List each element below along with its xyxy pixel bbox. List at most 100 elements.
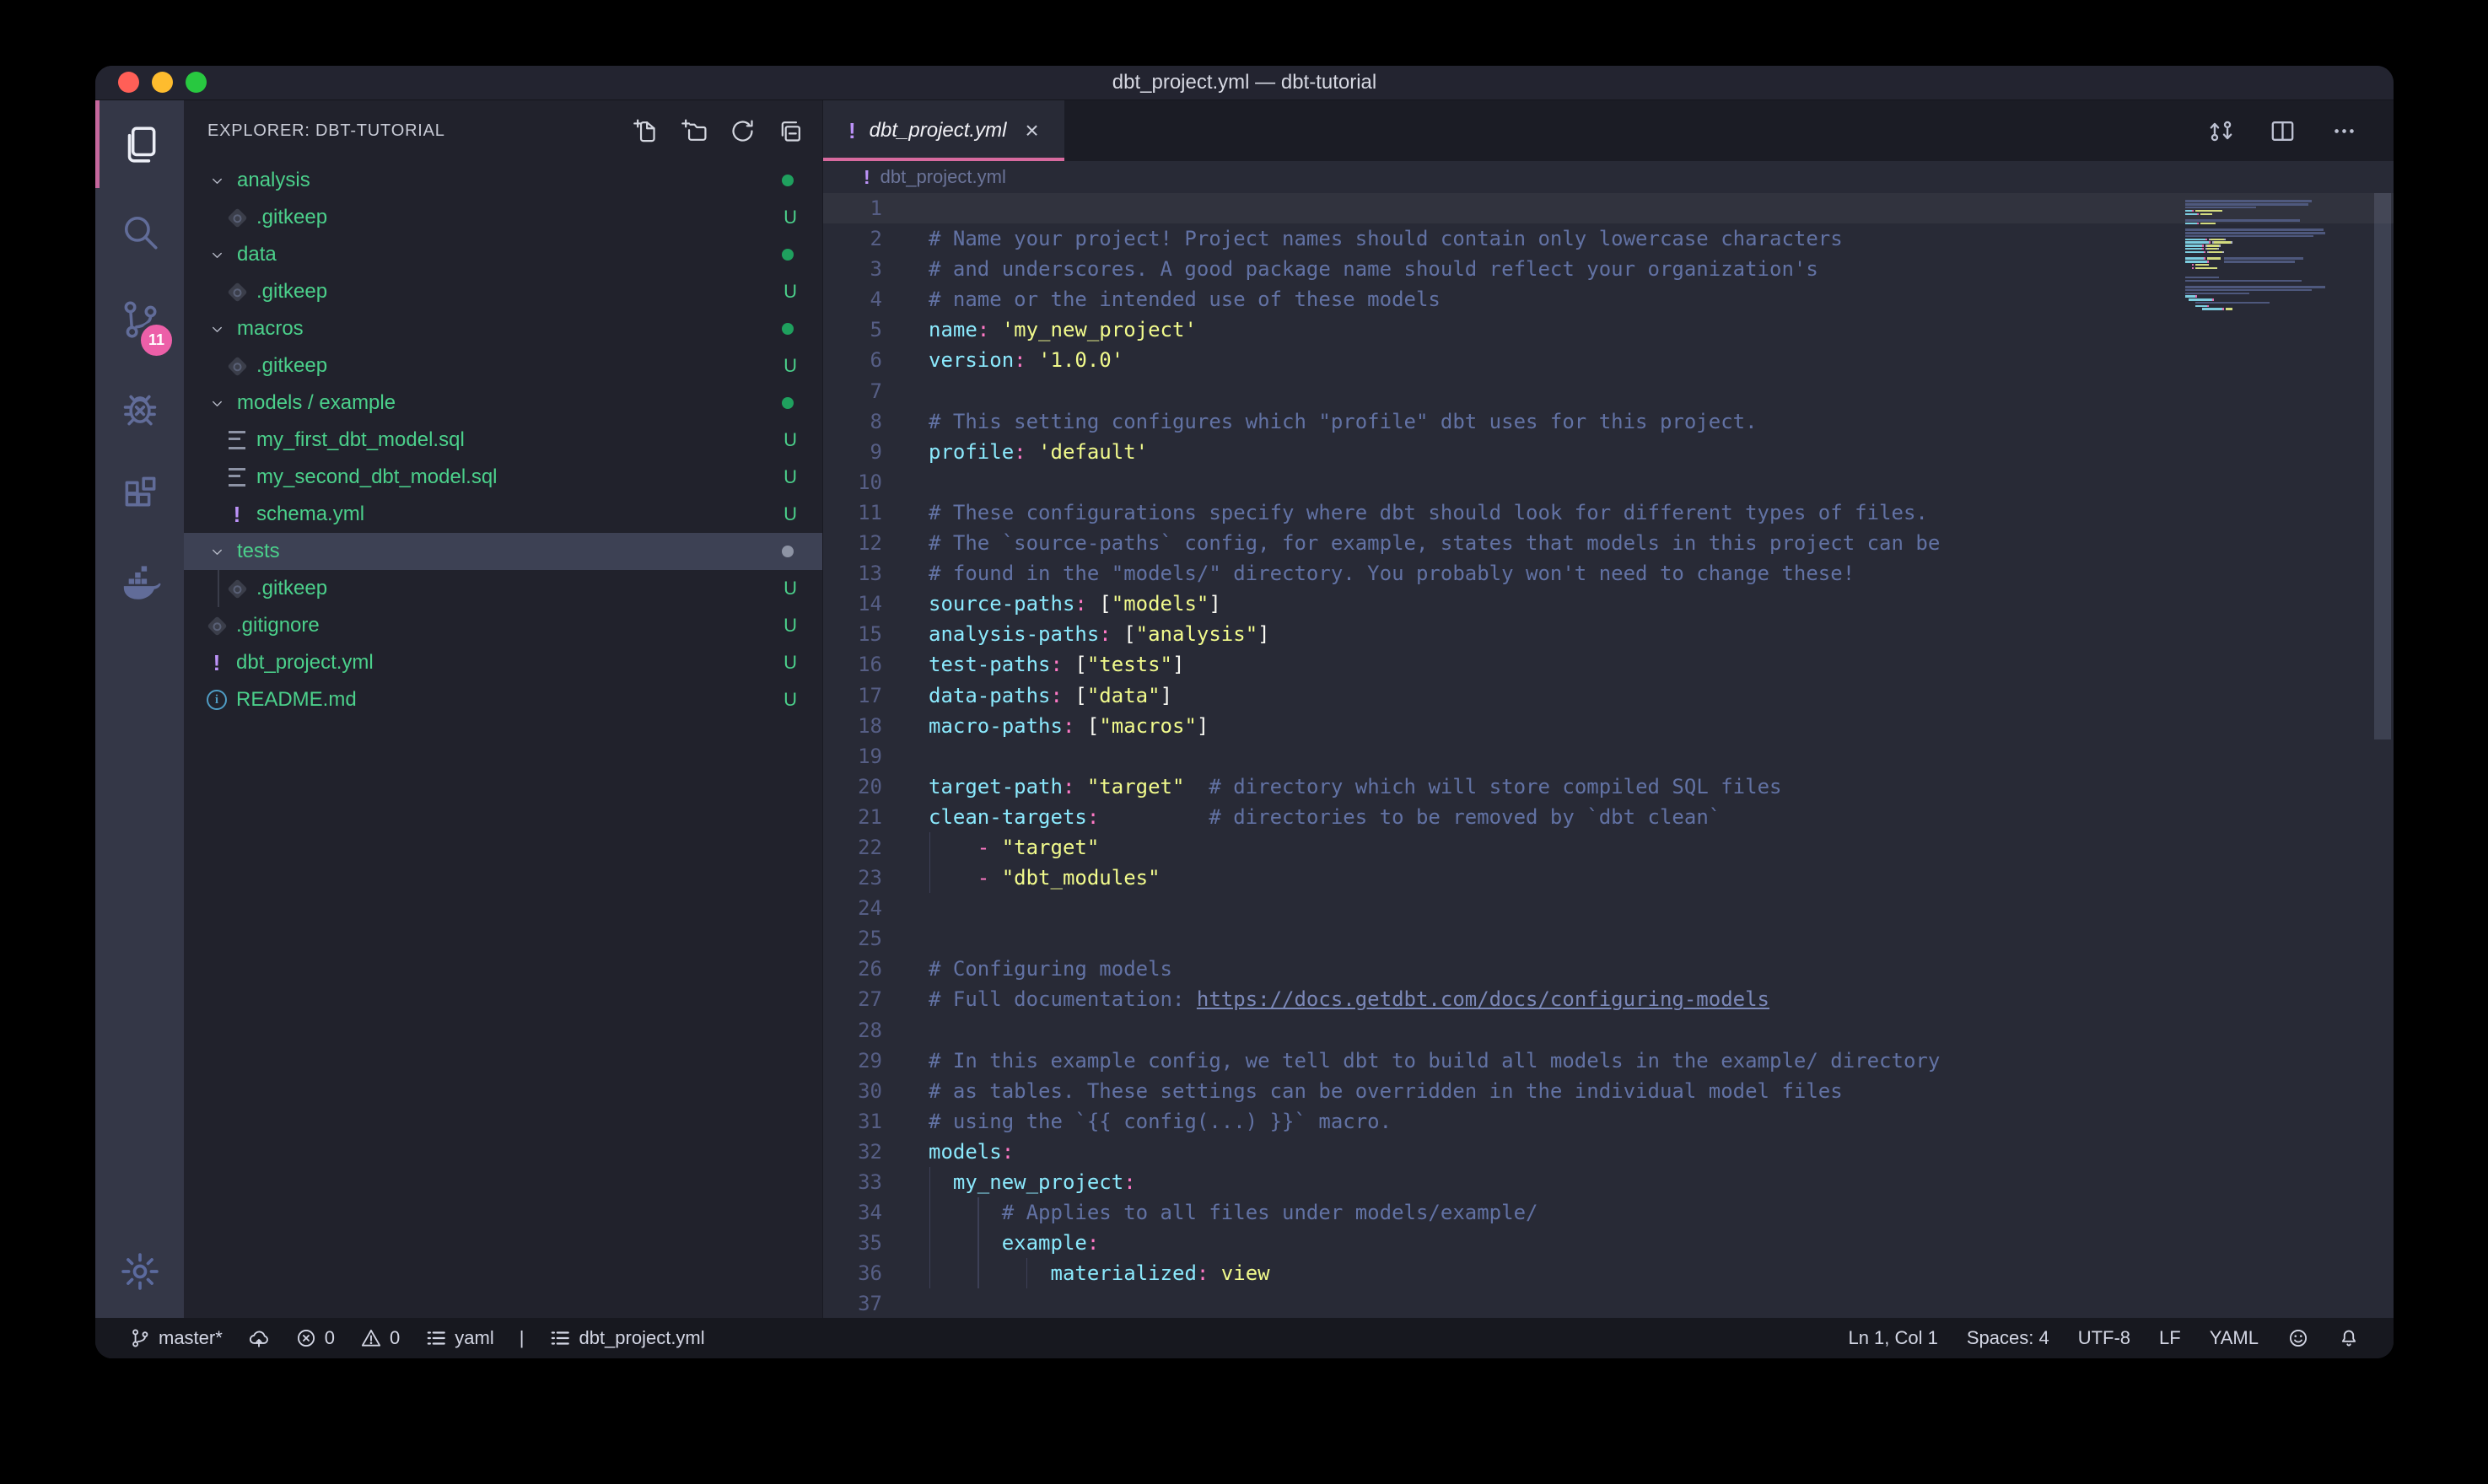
code-line-16[interactable]: 16test-paths: ["tests"] <box>823 649 2394 680</box>
tree-item-gitkeep[interactable]: .gitkeepU <box>184 273 822 310</box>
tree-item-dbt-project-yml[interactable]: !dbt_project.ymlU <box>184 644 822 681</box>
explorer-activity-button[interactable] <box>95 100 184 188</box>
code-line-30[interactable]: 30# as tables. These settings can be ove… <box>823 1076 2394 1106</box>
search-activity-button[interactable] <box>95 188 184 276</box>
code-line-15[interactable]: 15analysis-paths: ["analysis"] <box>823 619 2394 649</box>
tree-item-models-example[interactable]: models / example <box>184 384 822 422</box>
code-line-5[interactable]: 5name: 'my_new_project' <box>823 315 2394 345</box>
code-line-31[interactable]: 31# using the `{{ config(...) }}` macro. <box>823 1106 2394 1137</box>
tree-item-readme-md[interactable]: iREADME.mdU <box>184 681 822 718</box>
tree-item-my-second-dbt-model-sql[interactable]: my_second_dbt_model.sqlU <box>184 459 822 496</box>
code-editor[interactable]: 12# Name your project! Project names sho… <box>823 193 2394 1318</box>
code-line-13[interactable]: 13# found in the "models/" directory. Yo… <box>823 558 2394 589</box>
tree-item-gitkeep[interactable]: .gitkeepU <box>184 347 822 384</box>
code-line-37[interactable]: 37 <box>823 1288 2394 1319</box>
status-sync[interactable] <box>248 1327 270 1349</box>
refresh-icon[interactable] <box>730 118 756 144</box>
more-actions-icon[interactable] <box>2330 117 2358 145</box>
tree-item-gitkeep[interactable]: .gitkeepU <box>184 199 822 236</box>
line-number: 35 <box>823 1228 882 1258</box>
code-line-1[interactable]: 1 <box>823 193 2394 223</box>
status-eol[interactable]: LF <box>2159 1327 2181 1349</box>
code-line-8[interactable]: 8# This setting configures which "profil… <box>823 406 2394 437</box>
split-editor-icon[interactable] <box>2269 117 2297 145</box>
explorer-actions <box>633 118 804 144</box>
collapse-all-icon[interactable] <box>778 118 804 144</box>
tree-item-tests[interactable]: tests <box>184 533 822 570</box>
scrollbar-thumb[interactable] <box>2374 193 2391 739</box>
code-line-10[interactable]: 10 <box>823 467 2394 497</box>
status-notifications[interactable] <box>2338 1327 2360 1349</box>
status-branch[interactable]: master* <box>129 1327 223 1349</box>
tree-item-gitignore[interactable]: .gitignoreU <box>184 607 822 644</box>
status-feedback[interactable] <box>2287 1327 2309 1349</box>
status-indentation[interactable]: Spaces: 4 <box>1967 1327 2049 1349</box>
tree-item-gitkeep[interactable]: .gitkeepU <box>184 570 822 607</box>
tree-item-analysis[interactable]: analysis <box>184 162 822 199</box>
code-line-34[interactable]: 34 # Applies to all files under models/e… <box>823 1197 2394 1228</box>
code-line-24[interactable]: 24 <box>823 893 2394 923</box>
status-cursor-position[interactable]: Ln 1, Col 1 <box>1848 1327 1937 1349</box>
code-line-21[interactable]: 21clean-targets: # directories to be rem… <box>823 802 2394 832</box>
new-folder-icon[interactable] <box>681 118 708 144</box>
status-label: dbt_project.yml <box>579 1327 704 1349</box>
code-line-35[interactable]: 35 example: <box>823 1228 2394 1258</box>
tree-item-schema-yml[interactable]: !schema.ymlU <box>184 496 822 533</box>
code-line-29[interactable]: 29# In this example config, we tell dbt … <box>823 1046 2394 1076</box>
close-tab-icon[interactable]: × <box>1025 117 1038 144</box>
open-changes-icon[interactable] <box>2207 117 2235 145</box>
code-line-23[interactable]: 23 - "dbt_modules" <box>823 863 2394 893</box>
editor-scrollbar[interactable] <box>2372 193 2393 1318</box>
breadcrumb[interactable]: ! dbt_project.yml <box>823 161 2394 193</box>
line-number: 19 <box>823 741 882 772</box>
code-line-3[interactable]: 3# and underscores. A good package name … <box>823 254 2394 284</box>
tree-item-macros[interactable]: macros <box>184 310 822 347</box>
code-line-17[interactable]: 17data-paths: ["data"] <box>823 680 2394 711</box>
code-line-26[interactable]: 26# Configuring models <box>823 954 2394 984</box>
code-line-14[interactable]: 14source-paths: ["models"] <box>823 589 2394 619</box>
docker-activity-button[interactable] <box>95 539 184 626</box>
doc-link[interactable]: https://docs.getdbt.com/docs/configuring… <box>1197 987 1769 1011</box>
code-line-36[interactable]: 36 materialized: view <box>823 1258 2394 1288</box>
debug-activity-button[interactable] <box>95 363 184 451</box>
status-warnings[interactable]: 0 <box>360 1327 400 1349</box>
status-language[interactable]: YAML <box>2210 1327 2259 1349</box>
status-encoding[interactable]: UTF-8 <box>2078 1327 2130 1349</box>
status-label: Spaces: 4 <box>1967 1327 2049 1349</box>
tab-dbt-project-yml[interactable]: ! dbt_project.yml × <box>823 100 1064 161</box>
code-line-4[interactable]: 4# name or the intended use of these mod… <box>823 284 2394 315</box>
tree-item-my-first-dbt-model-sql[interactable]: my_first_dbt_model.sqlU <box>184 422 822 459</box>
code-line-2[interactable]: 2# Name your project! Project names shou… <box>823 223 2394 254</box>
code-line-22[interactable]: 22 - "target" <box>823 832 2394 863</box>
code-line-12[interactable]: 12# The `source-paths` config, for examp… <box>823 528 2394 558</box>
desktop-background: dbt_project.yml — dbt-tutorial 11 EXPLOR… <box>0 0 2488 1484</box>
code-line-32[interactable]: 32models: <box>823 1137 2394 1167</box>
line-number: 23 <box>823 863 882 893</box>
tree-item-data[interactable]: data <box>184 236 822 273</box>
settings-gear-button[interactable] <box>95 1228 184 1315</box>
code-line-18[interactable]: 18macro-paths: ["macros"] <box>823 711 2394 741</box>
code-line-28[interactable]: 28 <box>823 1015 2394 1046</box>
code-line-33[interactable]: 33 my_new_project: <box>823 1167 2394 1197</box>
code-line-6[interactable]: 6version: '1.0.0' <box>823 345 2394 375</box>
code-line-19[interactable]: 19 <box>823 741 2394 772</box>
code-line-20[interactable]: 20target-path: "target" # directory whic… <box>823 772 2394 802</box>
code-line-27[interactable]: 27# Full documentation: https://docs.get… <box>823 984 2394 1014</box>
chevron-down-icon <box>209 173 225 189</box>
line-number: 1 <box>823 193 882 223</box>
new-file-icon[interactable] <box>633 118 660 144</box>
status-label: | <box>520 1327 525 1349</box>
code-line-7[interactable]: 7 <box>823 376 2394 406</box>
code-line-25[interactable]: 25 <box>823 923 2394 954</box>
code-line-11[interactable]: 11# These configurations specify where d… <box>823 497 2394 528</box>
chevron-down-icon <box>209 544 225 560</box>
code-line-9[interactable]: 9profile: 'default' <box>823 437 2394 467</box>
status-selection-file[interactable]: dbt_project.yml <box>549 1327 704 1349</box>
line-number: 17 <box>823 680 882 711</box>
extensions-activity-button[interactable] <box>95 451 184 539</box>
indent-guide <box>977 1228 979 1258</box>
status-errors[interactable]: 0 <box>295 1327 335 1349</box>
source-control-activity-button[interactable]: 11 <box>95 276 184 363</box>
status-selection-yaml[interactable]: yaml <box>425 1327 493 1349</box>
minimap[interactable] <box>2185 196 2371 314</box>
